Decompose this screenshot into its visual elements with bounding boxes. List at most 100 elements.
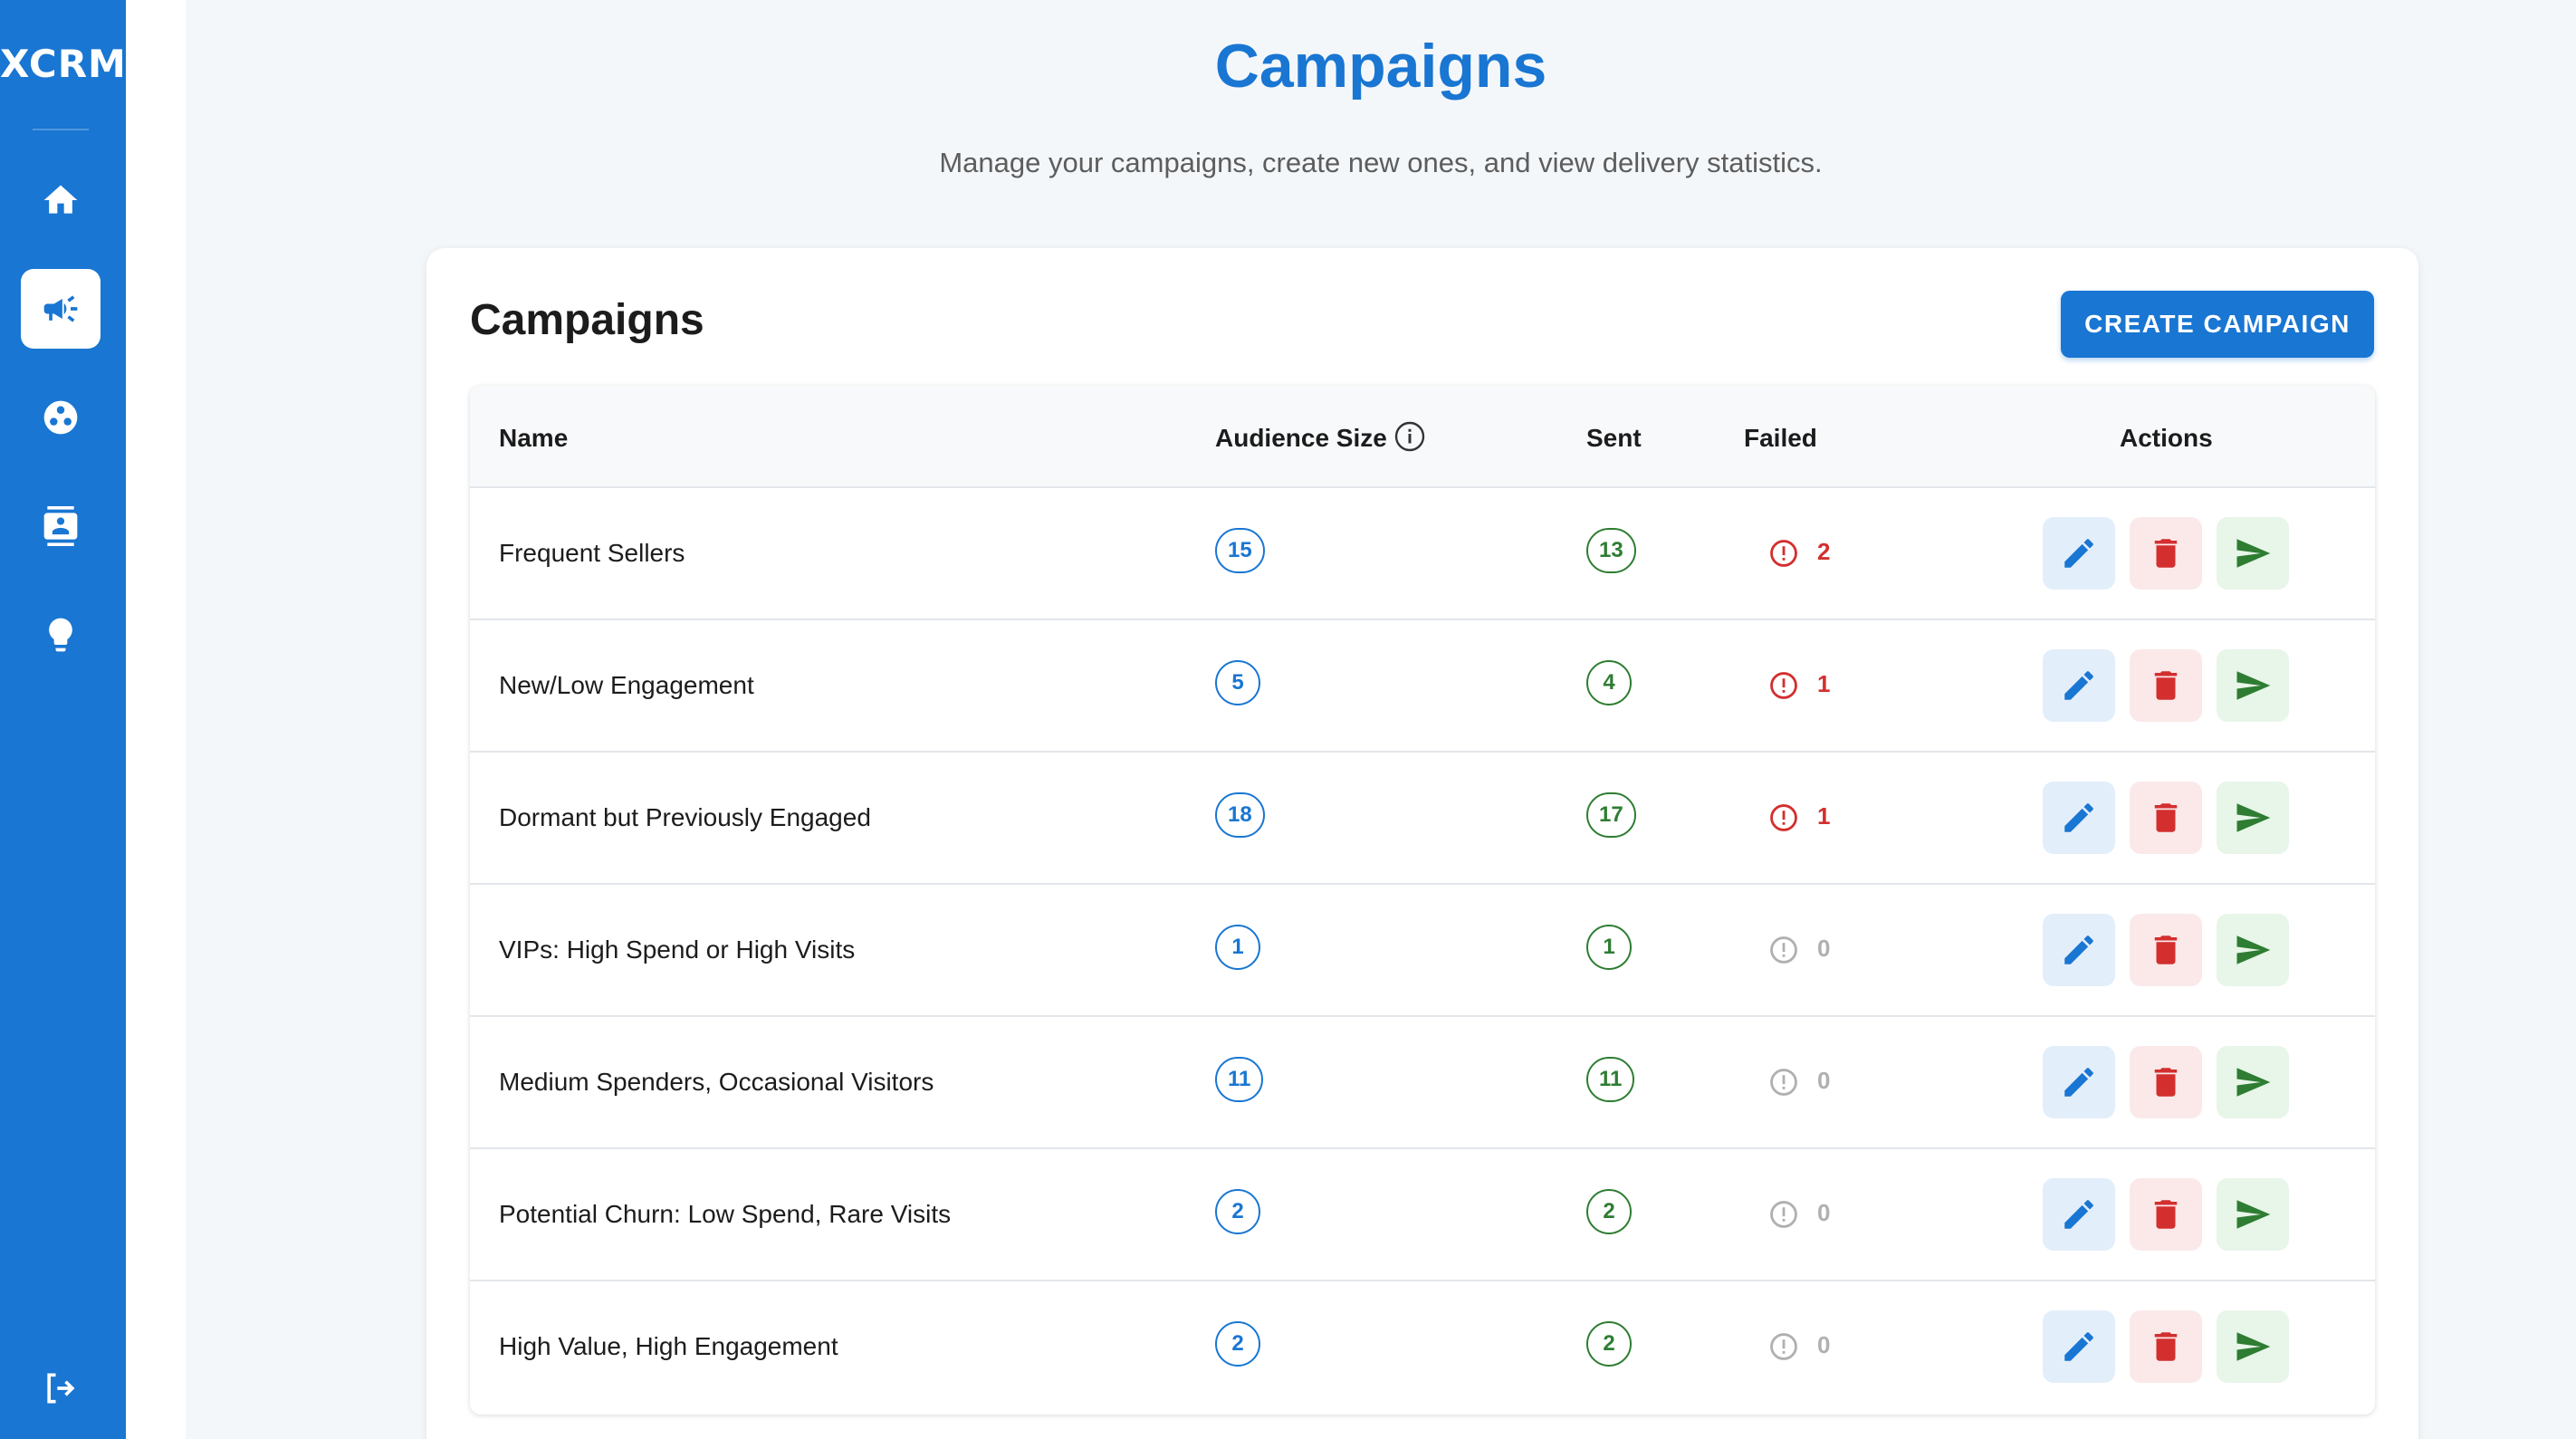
send-icon (2236, 671, 2271, 700)
table-row: High Value, High Engagement 2 2 0 (470, 1281, 2375, 1414)
contacts-icon (43, 506, 78, 546)
brand-logo: XCRM (0, 42, 126, 86)
delete-button[interactable] (2130, 1046, 2202, 1118)
table-row: New/Low Engagement 5 4 1 (470, 620, 2375, 753)
delete-button[interactable] (2130, 1178, 2202, 1251)
sent-count-chip: 1 (1586, 925, 1632, 970)
logout-button[interactable] (21, 1348, 101, 1428)
campaigns-card: Campaigns CREATE CAMPAIGN Name Audience … (426, 248, 2418, 1439)
page-subtitle: Manage your campaigns, create new ones, … (939, 147, 1823, 178)
nav-insights[interactable] (21, 595, 101, 675)
error-icon (1770, 804, 1797, 831)
pencil-icon (2064, 1068, 2093, 1097)
sidebar-divider (33, 129, 89, 130)
audience-size-chip: 18 (1215, 792, 1265, 838)
delete-button[interactable] (2130, 782, 2202, 854)
edit-button[interactable] (2043, 649, 2115, 722)
trash-icon (2154, 1200, 2178, 1229)
trash-icon (2154, 1332, 2178, 1361)
insights-icon (49, 618, 72, 652)
info-icon[interactable] (1393, 420, 1426, 453)
column-audience-size: Audience Size (1215, 424, 1387, 452)
campaign-name: High Value, High Engagement (499, 1332, 838, 1360)
edit-button[interactable] (2043, 782, 2115, 854)
sent-count-chip: 2 (1586, 1321, 1632, 1367)
send-button[interactable] (2217, 1046, 2289, 1118)
delete-button[interactable] (2130, 517, 2202, 590)
table-row: VIPs: High Spend or High Visits 1 1 0 (470, 885, 2375, 1017)
audience-size-chip: 11 (1215, 1057, 1264, 1102)
nav-contacts[interactable] (21, 486, 101, 566)
nav-campaigns[interactable] (21, 269, 101, 349)
column-name: Name (499, 424, 569, 452)
send-icon (2236, 1332, 2271, 1361)
send-icon (2236, 539, 2271, 568)
trash-icon (2154, 935, 2178, 964)
error-icon (1770, 540, 1797, 567)
sent-count-chip: 11 (1586, 1057, 1635, 1102)
create-campaign-button[interactable]: CREATE CAMPAIGN (2061, 291, 2374, 358)
sidebar-spacer (126, 0, 186, 1439)
edit-button[interactable] (2043, 1178, 2115, 1251)
table-row: Medium Spenders, Occasional Visitors 11 … (470, 1017, 2375, 1149)
campaign-name: New/Low Engagement (499, 671, 754, 699)
card-title: Campaigns (470, 296, 704, 344)
table-row: Frequent Sellers 15 13 2 (470, 488, 2375, 620)
pencil-icon (2064, 539, 2093, 568)
send-button[interactable] (2217, 1178, 2289, 1251)
delete-button[interactable] (2130, 1310, 2202, 1383)
table-row: Dormant but Previously Engaged 18 17 1 (470, 753, 2375, 885)
campaigns-table: Name Audience Size Sent Failed Actions F… (470, 386, 2375, 1415)
pencil-icon (2064, 671, 2093, 700)
edit-button[interactable] (2043, 1046, 2115, 1118)
column-actions: Actions (2120, 424, 2213, 452)
campaign-name: Frequent Sellers (499, 539, 685, 567)
send-button[interactable] (2217, 782, 2289, 854)
send-button[interactable] (2217, 914, 2289, 986)
failed-count: 0 (1817, 1067, 1831, 1094)
send-button[interactable] (2217, 649, 2289, 722)
sent-count-chip: 2 (1586, 1189, 1632, 1234)
error-icon (1770, 1333, 1797, 1360)
delete-button[interactable] (2130, 914, 2202, 986)
send-button[interactable] (2217, 517, 2289, 590)
send-button[interactable] (2217, 1310, 2289, 1383)
sent-count-chip: 4 (1586, 660, 1632, 705)
pencil-icon (2064, 1332, 2093, 1361)
edit-button[interactable] (2043, 914, 2115, 986)
audience-size-chip: 15 (1215, 528, 1265, 573)
audience-size-chip: 1 (1215, 925, 1260, 970)
failed-count: 0 (1817, 1199, 1831, 1226)
send-icon (2236, 803, 2271, 832)
page-title: Campaigns (1214, 32, 1547, 101)
edit-button[interactable] (2043, 517, 2115, 590)
column-failed: Failed (1744, 424, 1817, 452)
error-icon (1770, 672, 1797, 699)
campaign-name: VIPs: High Spend or High Visits (499, 935, 856, 964)
send-icon (2236, 1068, 2271, 1097)
pencil-icon (2064, 935, 2093, 964)
segments-icon (43, 400, 78, 435)
logout-icon (47, 1373, 75, 1404)
campaign-name: Dormant but Previously Engaged (499, 803, 871, 831)
nav-home[interactable] (21, 160, 101, 240)
error-icon (1770, 1201, 1797, 1228)
campaign-name: Medium Spenders, Occasional Visitors (499, 1068, 934, 1096)
sidebar: XCRM (0, 0, 126, 1439)
send-icon (2236, 935, 2271, 964)
campaign-icon (43, 295, 78, 322)
error-icon (1770, 936, 1797, 964)
trash-icon (2154, 803, 2178, 832)
delete-button[interactable] (2130, 649, 2202, 722)
audience-size-chip: 5 (1215, 660, 1260, 705)
edit-button[interactable] (2043, 1310, 2115, 1383)
nav-segments[interactable] (21, 378, 101, 457)
home-icon (43, 185, 78, 214)
column-sent: Sent (1586, 424, 1642, 452)
table-header: Name Audience Size Sent Failed Actions (470, 386, 2375, 488)
failed-count: 2 (1817, 538, 1831, 565)
error-icon (1770, 1069, 1797, 1096)
pencil-icon (2064, 803, 2093, 832)
sent-count-chip: 17 (1586, 792, 1636, 838)
trash-icon (2154, 1068, 2178, 1097)
